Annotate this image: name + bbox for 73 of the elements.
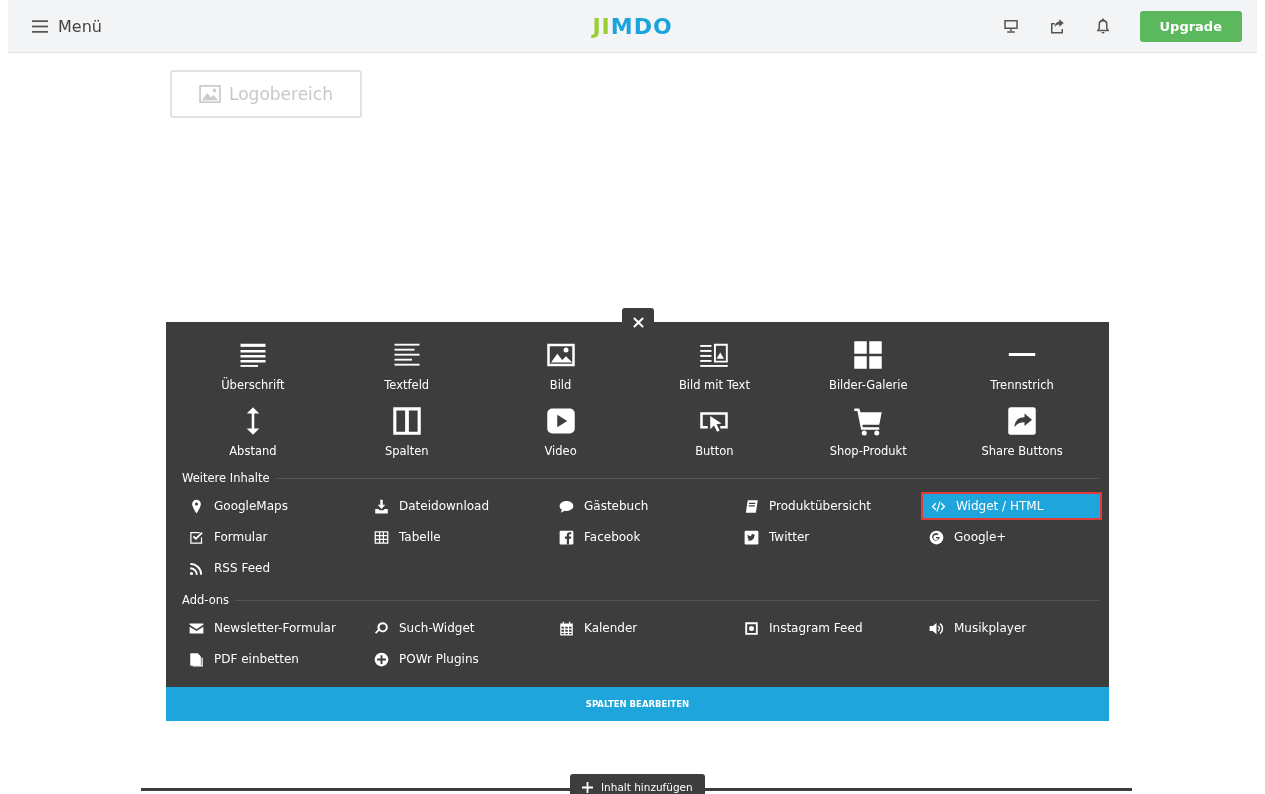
document-icon <box>189 651 204 667</box>
content-item[interactable]: GoogleMaps <box>181 492 366 520</box>
menu-button[interactable]: Menü <box>32 16 102 36</box>
content-item[interactable]: POWr Plugins <box>366 645 551 673</box>
checkbox-icon <box>189 529 204 545</box>
content-item[interactable]: Kalender <box>551 614 736 642</box>
content-item[interactable]: Such-Widget <box>366 614 551 642</box>
twitter-icon <box>744 529 759 545</box>
book-icon <box>744 498 759 514</box>
content-tile[interactable]: Überschrift <box>176 340 330 396</box>
speech-bubble-icon <box>559 498 574 514</box>
download-icon <box>374 498 389 514</box>
play-icon <box>545 406 576 436</box>
tile-label: Bild mit Text <box>678 378 750 392</box>
tile-label: Bilder-Galerie <box>829 378 908 392</box>
content-item[interactable]: Newsletter-Formular <box>181 614 366 642</box>
content-tile[interactable]: Bild mit Text <box>637 340 792 396</box>
tile-label: Überschrift <box>221 378 285 392</box>
calendar-icon <box>559 620 574 636</box>
menu-icon <box>32 19 48 33</box>
speaker-icon <box>929 620 944 636</box>
content-item[interactable]: PDF einbetten <box>181 645 366 673</box>
content-tile[interactable]: Video <box>483 406 638 462</box>
tile-label: Share Buttons <box>981 444 1063 458</box>
plus-circle-icon <box>374 651 389 667</box>
content-tile[interactable]: Spalten <box>329 406 484 462</box>
tile-label: Trennstrich <box>990 378 1054 392</box>
rss-icon <box>189 560 204 576</box>
content-item[interactable]: RSS Feed <box>181 554 366 582</box>
camera-icon <box>744 620 759 636</box>
cart-icon <box>853 406 884 436</box>
logo: JIMDO <box>592 13 673 39</box>
content-item[interactable]: Dateidownload <box>366 492 551 520</box>
tile-label: Abstand <box>229 444 277 458</box>
share-icon <box>1007 406 1038 436</box>
search-icon <box>374 620 389 636</box>
facebook-icon <box>559 529 574 545</box>
section-title: Add-ons <box>182 593 229 607</box>
content-item[interactable]: Produktübersicht <box>736 492 921 520</box>
content-tile[interactable]: Trennstrich <box>945 340 1099 396</box>
tile-label: Shop-Produkt <box>829 444 907 458</box>
horizontal-line-icon <box>1007 353 1038 356</box>
content-tile[interactable]: Shop-Produkt <box>791 406 946 462</box>
tile-label: Button <box>695 444 734 458</box>
content-item[interactable]: Twitter <box>736 523 921 551</box>
content-item[interactable]: Formular <box>181 523 366 551</box>
content-item[interactable]: Tabelle <box>366 523 551 551</box>
content-tile[interactable]: Abstand <box>176 406 330 462</box>
close-icon <box>632 316 644 328</box>
columns-icon <box>391 406 422 436</box>
table-icon <box>374 529 389 545</box>
tile-label: Textfeld <box>384 378 430 392</box>
content-tile[interactable]: Textfeld <box>329 340 484 396</box>
map-pin-icon <box>189 498 204 514</box>
content-item[interactable]: Gästebuch <box>551 492 736 520</box>
add-content-button[interactable]: Inhalt hinzufügen <box>570 774 705 794</box>
tile-label: Spalten <box>384 444 429 458</box>
image-icon <box>199 85 222 103</box>
section-title: Weitere Inhalte <box>182 471 270 485</box>
content-tile[interactable]: Share Buttons <box>945 406 1099 462</box>
plus-icon <box>582 781 593 793</box>
tile-label: Bild <box>549 378 572 392</box>
content-tile[interactable]: Bilder-Galerie <box>791 340 946 396</box>
content-item[interactable]: Facebook <box>551 523 736 551</box>
content-item[interactable]: Instagram Feed <box>736 614 921 642</box>
circle-g-icon <box>929 529 944 545</box>
grid-icon <box>853 340 884 370</box>
content-tile[interactable]: Button <box>637 406 792 462</box>
tile-label: Video <box>544 444 577 458</box>
content-item[interactable]: Musikplayer <box>921 614 1106 642</box>
desktop-icon[interactable] <box>1001 17 1020 35</box>
content-tile[interactable]: Bild <box>483 340 638 396</box>
content-item[interactable]: Google+ <box>921 523 1106 551</box>
